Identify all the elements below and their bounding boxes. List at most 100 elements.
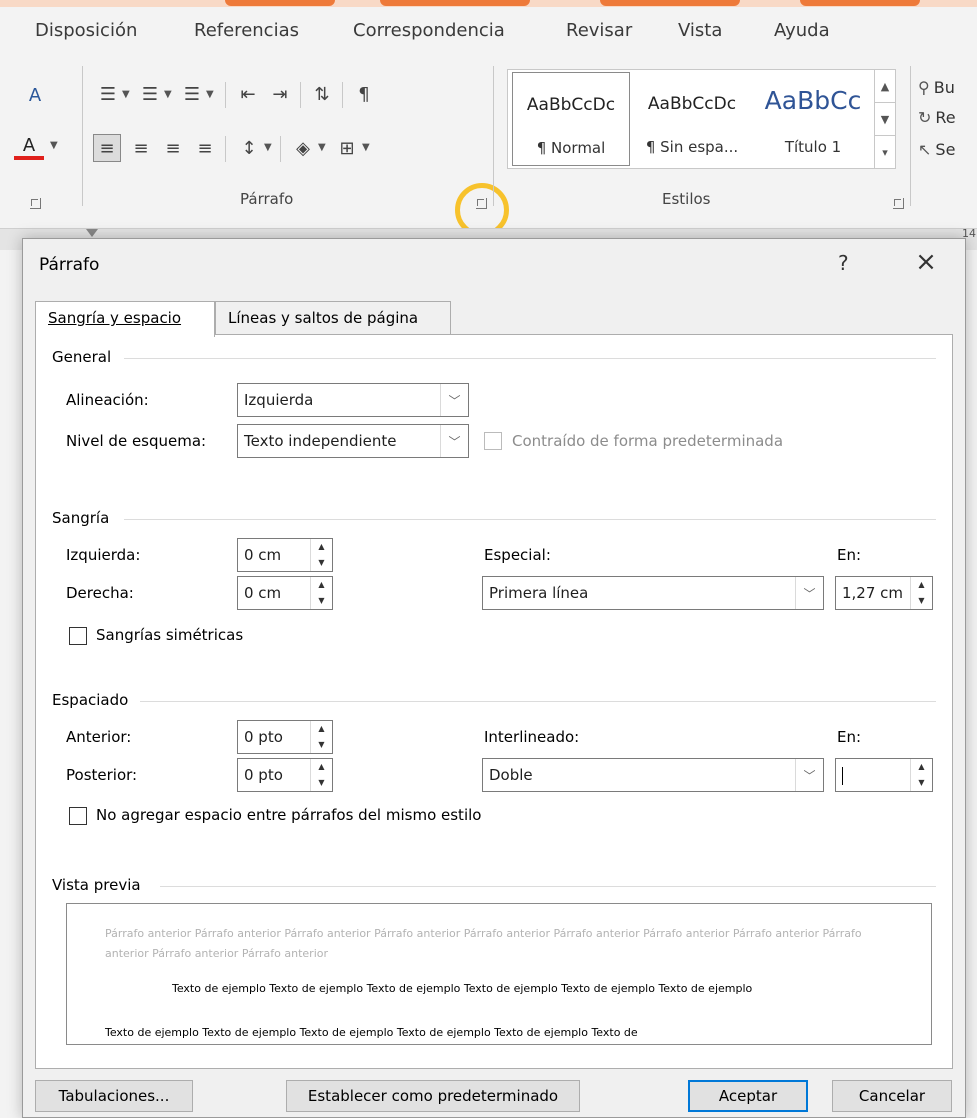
tab-ayuda[interactable]: Ayuda xyxy=(774,20,830,41)
collapsed-checkbox[interactable] xyxy=(484,432,502,450)
chevron-up-icon[interactable]: ▲ xyxy=(311,577,332,593)
borders-icon[interactable]: ⊞ xyxy=(334,134,360,162)
chevron-down-icon[interactable]: ▼ xyxy=(911,775,932,791)
chevron-down-icon[interactable]: ▼ xyxy=(311,775,332,791)
styles-dialog-launcher-icon[interactable] xyxy=(893,198,904,209)
multilevel-list-icon[interactable]: ☰ xyxy=(180,82,204,106)
spinner-buttons[interactable]: ▲ ▼ xyxy=(910,577,932,609)
chevron-down-icon[interactable]: ﹀ xyxy=(440,384,468,416)
paragraph-dialog: Párrafo ? × Sangría y espacio Líneas y s… xyxy=(22,238,966,1118)
section-spacing: Espaciado xyxy=(52,691,129,709)
style-normal[interactable]: AaBbCcDc ¶ Normal xyxy=(512,72,630,166)
chevron-down-icon[interactable]: ▼ xyxy=(311,555,332,571)
find-button[interactable]: ⚲ Bu xyxy=(918,78,955,97)
set-default-button[interactable]: Establecer como predeterminado xyxy=(286,1080,580,1112)
increase-indent-icon[interactable]: ⇥ xyxy=(268,82,292,106)
indent-left-spinner[interactable]: 0 cm ▲ ▼ xyxy=(237,538,333,572)
chevron-down-icon[interactable]: ▼ xyxy=(206,89,214,100)
indent-right-spinner[interactable]: 0 cm ▲ ▼ xyxy=(237,576,333,610)
sort-icon[interactable]: ⇅ xyxy=(310,82,334,106)
more-styles-icon[interactable]: ▾ xyxy=(875,136,895,169)
style-name: ¶ Sin espa... xyxy=(645,138,739,156)
align-right-icon[interactable]: ≡ xyxy=(160,134,186,162)
divider xyxy=(342,82,343,108)
select-button[interactable]: ↖ Se xyxy=(918,140,955,159)
chevron-down-icon[interactable]: ▼ xyxy=(311,593,332,609)
chevron-down-icon[interactable]: ﹀ xyxy=(440,425,468,457)
spinner-buttons[interactable]: ▲ ▼ xyxy=(310,577,332,609)
spinner-buttons[interactable]: ▲ ▼ xyxy=(310,759,332,791)
chevron-up-icon[interactable]: ▲ xyxy=(311,721,332,737)
justify-icon[interactable]: ≡ xyxy=(192,134,218,162)
style-heading-1[interactable]: AaBbCc Título 1 xyxy=(754,72,872,166)
tab-correspondencia[interactable]: Correspondencia xyxy=(353,20,505,41)
divider xyxy=(280,136,281,162)
bullets-icon[interactable]: ☰ xyxy=(96,82,120,106)
shading-icon[interactable]: ◈ xyxy=(290,134,316,162)
spacing-after-label: Posterior: xyxy=(66,766,138,784)
replace-button[interactable]: ↻ Re xyxy=(918,108,956,127)
alignment-select[interactable]: Izquierda ﹀ xyxy=(237,383,469,417)
chevron-up-icon[interactable]: ▲ xyxy=(911,759,932,775)
cancel-button[interactable]: Cancelar xyxy=(832,1080,952,1112)
spinner-buttons[interactable]: ▲ ▼ xyxy=(310,539,332,571)
chevron-down-icon[interactable]: ▼ xyxy=(164,89,172,100)
align-left-icon[interactable]: ≡ xyxy=(93,134,121,162)
preview-sample-line-2: Texto de ejemplo Texto de ejemplo Texto … xyxy=(105,1026,638,1039)
tab-revisar[interactable]: Revisar xyxy=(566,20,632,41)
text-effects-icon[interactable]: A xyxy=(22,82,48,108)
section-divider xyxy=(124,519,936,520)
chevron-down-icon[interactable]: ▼ xyxy=(264,142,272,153)
align-center-icon[interactable]: ≡ xyxy=(128,134,154,162)
styles-gallery-scroll[interactable]: ▲ ▼ ▾ xyxy=(874,69,896,169)
special-value: Primera línea xyxy=(489,584,589,602)
chevron-down-icon[interactable]: ▼ xyxy=(122,89,130,100)
no-space-same-style-checkbox[interactable] xyxy=(69,807,87,825)
section-divider xyxy=(140,701,936,702)
font-color-icon[interactable]: A xyxy=(14,134,44,160)
close-icon[interactable]: × xyxy=(911,247,941,277)
tab-line-page-breaks[interactable]: Líneas y saltos de página xyxy=(215,301,451,335)
chevron-down-icon[interactable]: ▼ xyxy=(911,593,932,609)
tab-referencias[interactable]: Referencias xyxy=(194,20,299,41)
decrease-indent-icon[interactable]: ⇤ xyxy=(236,82,260,106)
line-spacing-select[interactable]: Doble ﹀ xyxy=(482,758,824,792)
chevron-up-icon[interactable]: ▲ xyxy=(311,539,332,555)
tabs-button[interactable]: Tabulaciones... xyxy=(35,1080,193,1112)
chevron-up-icon[interactable]: ▲ xyxy=(311,759,332,775)
tab-indent-spacing[interactable]: Sangría y espacio xyxy=(35,301,215,337)
spinner-buttons[interactable]: ▲ ▼ xyxy=(910,759,932,791)
chevron-down-icon[interactable]: ▼ xyxy=(50,140,58,151)
special-select[interactable]: Primera línea ﹀ xyxy=(482,576,824,610)
indent-by-spinner[interactable]: 1,27 cm ▲ ▼ xyxy=(835,576,933,610)
pilcrow-icon[interactable]: ¶ xyxy=(352,82,376,106)
chevron-down-icon[interactable]: ﹀ xyxy=(795,577,823,609)
font-dialog-launcher-icon[interactable] xyxy=(30,198,41,209)
indent-marker-icon[interactable] xyxy=(86,229,98,237)
mirror-indents-checkbox[interactable] xyxy=(69,627,87,645)
numbering-icon[interactable]: ☰ xyxy=(138,82,162,106)
section-divider xyxy=(124,358,936,359)
spacing-before-spinner[interactable]: 0 pto ▲ ▼ xyxy=(237,720,333,754)
chevron-down-icon[interactable]: ▼ xyxy=(875,103,895,136)
chevron-down-icon[interactable]: ▼ xyxy=(311,737,332,753)
launcher-highlight-circle xyxy=(455,183,509,228)
outline-level-select[interactable]: Texto independiente ﹀ xyxy=(237,424,469,458)
line-spacing-at-spinner[interactable]: ▲ ▼ xyxy=(835,758,933,792)
chevron-down-icon[interactable]: ﹀ xyxy=(795,759,823,791)
tab-disposicion[interactable]: Disposición xyxy=(35,20,137,41)
chevron-down-icon[interactable]: ▼ xyxy=(318,142,326,153)
help-button[interactable]: ? xyxy=(838,251,849,275)
chevron-down-icon[interactable]: ▼ xyxy=(362,142,370,153)
tab-vista[interactable]: Vista xyxy=(678,20,722,41)
chevron-up-icon[interactable]: ▲ xyxy=(875,70,895,103)
tab-panel: General Alineación: Izquierda ﹀ Nivel de… xyxy=(35,334,953,1069)
chevron-up-icon[interactable]: ▲ xyxy=(911,577,932,593)
section-indent: Sangría xyxy=(52,509,110,527)
style-no-spacing[interactable]: AaBbCcDc ¶ Sin espa... xyxy=(632,72,752,166)
spinner-buttons[interactable]: ▲ ▼ xyxy=(310,721,332,753)
ok-button[interactable]: Aceptar xyxy=(688,1080,808,1112)
spacing-after-spinner[interactable]: 0 pto ▲ ▼ xyxy=(237,758,333,792)
indent-by-label: En: xyxy=(837,546,862,564)
line-spacing-icon[interactable]: ↕ xyxy=(236,134,262,162)
